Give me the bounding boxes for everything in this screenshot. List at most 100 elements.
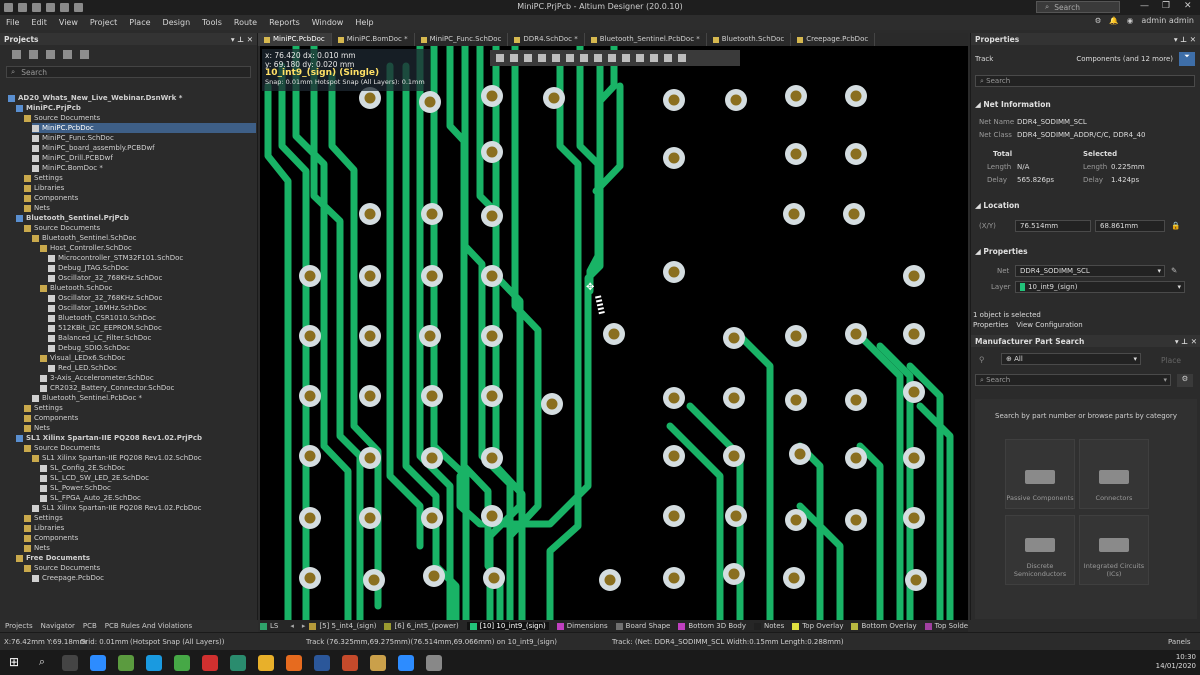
tree-item[interactable]: SL_Power.SchDoc bbox=[40, 483, 111, 493]
tree-item[interactable]: Nets bbox=[24, 543, 50, 553]
pcb-pad[interactable] bbox=[603, 323, 625, 345]
net-information-heading[interactable]: ◢ Net Information bbox=[975, 100, 1051, 109]
move-icon[interactable] bbox=[524, 54, 532, 62]
pcb-pad[interactable] bbox=[481, 385, 503, 407]
pcb-pad[interactable] bbox=[663, 89, 685, 111]
pcb-pad[interactable] bbox=[299, 567, 321, 589]
tree-item[interactable]: MiniPC.BomDoc * bbox=[32, 163, 103, 173]
firefox-icon[interactable] bbox=[286, 654, 302, 671]
pcb-pad[interactable] bbox=[843, 203, 865, 225]
tree-item[interactable]: Bluetooth.SchDoc bbox=[40, 283, 112, 293]
highlight-icon[interactable] bbox=[608, 54, 616, 62]
pcb-pad[interactable] bbox=[481, 85, 503, 107]
pcb-pad[interactable] bbox=[423, 565, 445, 587]
pcb-pad[interactable] bbox=[481, 505, 503, 527]
pcb-pad[interactable] bbox=[723, 445, 745, 467]
layer-scroll-icon[interactable]: ▸ bbox=[302, 622, 306, 630]
tree-item[interactable]: Creepage.PcbDoc bbox=[32, 573, 104, 583]
layer-tab[interactable]: [6] 6_int5_(power) bbox=[384, 622, 459, 630]
layer-select[interactable]: 10_int9_(sign) ▾ bbox=[1015, 281, 1185, 293]
text-icon[interactable] bbox=[664, 54, 672, 62]
menu-edit[interactable]: Edit bbox=[25, 18, 53, 27]
pcb-pad[interactable] bbox=[599, 569, 621, 591]
pcb-trace[interactable] bbox=[576, 46, 602, 295]
pcb-pad[interactable] bbox=[845, 143, 867, 165]
pcb-pad[interactable] bbox=[785, 143, 807, 165]
menu-file[interactable]: File bbox=[0, 18, 25, 27]
panel-pin-icon[interactable]: ▾ ⊥ ✕ bbox=[1175, 337, 1197, 346]
tree-item[interactable]: Oscillator_32_768KHz.SchDoc bbox=[48, 273, 162, 283]
tree-item[interactable]: Libraries bbox=[24, 183, 64, 193]
pcb-trace[interactable] bbox=[796, 442, 824, 620]
pcb-drawing[interactable]: ✥ bbox=[260, 46, 968, 620]
zoom-meeting-icon[interactable] bbox=[398, 654, 414, 671]
location-x-input[interactable]: 76.514mm bbox=[1015, 220, 1091, 232]
panels-button[interactable]: Panels bbox=[1168, 638, 1191, 646]
tree-item[interactable]: SL1 Xilinx Spartan-IIE PQ208 Rev1.02.Pcb… bbox=[32, 503, 201, 513]
gear-icon[interactable]: ⚙ bbox=[1095, 16, 1102, 25]
pcb-pad[interactable] bbox=[299, 265, 321, 287]
tree-item[interactable]: Bluetooth_CSR1010.SchDoc bbox=[48, 313, 156, 323]
location-icon[interactable]: ⚲ bbox=[979, 355, 985, 364]
tree-item[interactable]: SL_LCD_SW_LED_2E.SchDoc bbox=[40, 473, 149, 483]
pcb-pad[interactable] bbox=[421, 203, 443, 225]
tree-item[interactable]: Microcontroller_STM32F101.SchDoc bbox=[48, 253, 183, 263]
user-avatar-icon[interactable]: ◉ bbox=[1127, 16, 1134, 25]
pcb-pad[interactable] bbox=[785, 325, 807, 347]
windows-start-icon[interactable]: ⊞ bbox=[6, 655, 22, 671]
mps-category-select[interactable]: ⊕ All ▾ bbox=[1001, 353, 1141, 365]
menu-help[interactable]: Help bbox=[349, 18, 379, 27]
tree-item[interactable]: CR2032_Battery_Connector.SchDoc bbox=[40, 383, 174, 393]
pcb-pad[interactable] bbox=[359, 507, 381, 529]
pcb-pad[interactable] bbox=[481, 141, 503, 163]
pcb-pad[interactable] bbox=[419, 325, 441, 347]
pcb-pad[interactable] bbox=[785, 85, 807, 107]
pcb-pad[interactable] bbox=[421, 447, 443, 469]
acrobat-icon[interactable] bbox=[202, 654, 218, 671]
new-doc-icon[interactable] bbox=[12, 49, 21, 59]
menu-project[interactable]: Project bbox=[84, 18, 123, 27]
pcb-pad[interactable] bbox=[903, 447, 925, 469]
layer-tab[interactable]: Top Overlay bbox=[792, 622, 843, 630]
rect-icon[interactable] bbox=[566, 54, 574, 62]
pcb-pad[interactable] bbox=[663, 567, 685, 589]
menu-reports[interactable]: Reports bbox=[263, 18, 306, 27]
maximize-button[interactable]: ❐ bbox=[1162, 1, 1170, 11]
altium-icon[interactable] bbox=[370, 654, 386, 671]
route-track-icon[interactable] bbox=[580, 54, 588, 62]
polygon-icon[interactable] bbox=[622, 54, 630, 62]
pcb-pad[interactable] bbox=[725, 505, 747, 527]
close-button[interactable]: ✕ bbox=[1184, 1, 1192, 11]
tree-item[interactable]: Debug_JTAG.SchDoc bbox=[48, 263, 129, 273]
panel-tab-pcb-rules-and-violations[interactable]: PCB Rules And Violations bbox=[105, 622, 192, 630]
tree-item[interactable]: Components bbox=[24, 533, 78, 543]
pcb-pad[interactable] bbox=[359, 385, 381, 407]
pcb-pad[interactable] bbox=[299, 507, 321, 529]
pcb-pad[interactable] bbox=[419, 91, 441, 113]
pcb-pad[interactable] bbox=[723, 387, 745, 409]
layer-tab[interactable]: [5] 5_int4_(sign) bbox=[309, 622, 376, 630]
pcb-pad[interactable] bbox=[903, 265, 925, 287]
filter-scope[interactable]: Components (and 12 more) bbox=[1076, 55, 1173, 63]
pcb-pad[interactable] bbox=[363, 569, 385, 591]
chrome-icon[interactable] bbox=[258, 654, 274, 671]
properties-section-heading[interactable]: ◢ Properties bbox=[975, 247, 1028, 256]
tree-item[interactable]: Bluetooth_Sentinel.PrjPcb bbox=[16, 213, 129, 223]
system-clock[interactable]: 10:30 14/01/2020 bbox=[1156, 653, 1196, 671]
location-heading[interactable]: ◢ Location bbox=[975, 201, 1019, 210]
pick-icon[interactable]: ✎ bbox=[1171, 266, 1177, 275]
user-name[interactable]: admin admin bbox=[1141, 16, 1194, 25]
dimension-icon[interactable] bbox=[650, 54, 658, 62]
pcb-pad[interactable] bbox=[359, 265, 381, 287]
pcb-trace[interactable] bbox=[546, 62, 582, 620]
layer-scroll-icon[interactable]: ◂ bbox=[290, 622, 294, 630]
pcb-pad[interactable] bbox=[785, 389, 807, 411]
pcb-pad[interactable] bbox=[481, 265, 503, 287]
tree-item[interactable]: Source Documents bbox=[24, 443, 100, 453]
tree-item[interactable]: Bluetooth_Sentinel.PcbDoc * bbox=[32, 393, 142, 403]
pcb-pad[interactable] bbox=[845, 85, 867, 107]
settings-icon[interactable] bbox=[80, 49, 89, 59]
tree-item[interactable]: Oscillator_16MHz.SchDoc bbox=[48, 303, 147, 313]
minimize-button[interactable]: — bbox=[1140, 1, 1149, 11]
search-icon[interactable]: ⌕ bbox=[34, 655, 50, 671]
